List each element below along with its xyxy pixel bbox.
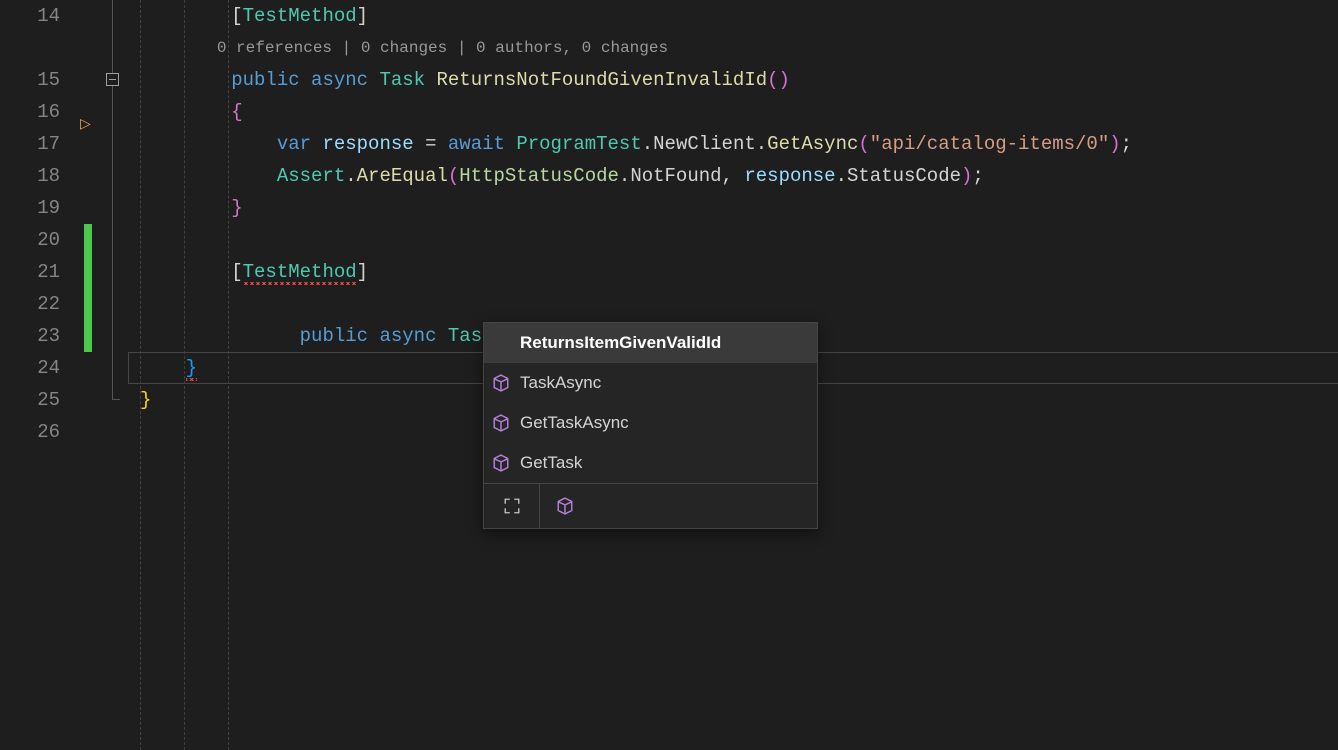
method-icon: [492, 454, 510, 472]
fold-guide-line: [112, 0, 113, 400]
code-line[interactable]: Assert.AreEqual(HttpStatusCode.NotFound,…: [140, 160, 1338, 192]
method-icon: [492, 374, 510, 392]
code-line[interactable]: }: [140, 192, 1338, 224]
change-indicator-added: [84, 224, 92, 352]
code-line[interactable]: {: [140, 96, 1338, 128]
intellisense-popup[interactable]: ReturnsItemGivenValidId TaskAsync GetTas…: [483, 322, 818, 529]
intellisense-label: ReturnsItemGivenValidId: [520, 333, 721, 353]
intellisense-filter-button[interactable]: [540, 484, 817, 528]
method-icon: [492, 414, 510, 432]
code-line[interactable]: [TestMethod]: [140, 0, 1338, 32]
intellisense-item[interactable]: GetTaskAsync: [484, 403, 817, 443]
line-number: 19: [0, 192, 60, 224]
fold-toggle-icon[interactable]: [106, 73, 119, 86]
intellisense-item[interactable]: TaskAsync: [484, 363, 817, 403]
intellisense-expand-button[interactable]: [484, 484, 540, 528]
line-number: 26: [0, 416, 60, 448]
line-number: 15: [0, 64, 60, 96]
intellisense-footer: [484, 483, 817, 528]
intellisense-item[interactable]: GetTask: [484, 443, 817, 483]
line-number: 20: [0, 224, 60, 256]
line-number: 24: [0, 352, 60, 384]
intellisense-label: GetTaskAsync: [520, 413, 629, 433]
line-number: 14: [0, 0, 60, 32]
code-line[interactable]: public async Task ReturnsNotFoundGivenIn…: [140, 64, 1338, 96]
line-number: 17: [0, 128, 60, 160]
intellisense-label: GetTask: [520, 453, 582, 473]
line-number: 22: [0, 288, 60, 320]
code-line-current[interactable]: public async Task ReturnsItemGivenValidI…: [140, 288, 1338, 320]
line-number: 23: [0, 320, 60, 352]
line-number: 21: [0, 256, 60, 288]
intellisense-item-selected[interactable]: ReturnsItemGivenValidId: [484, 323, 817, 363]
fold-end-icon: [112, 399, 120, 400]
line-number: 25: [0, 384, 60, 416]
line-number: 18: [0, 160, 60, 192]
code-line[interactable]: [TestMethod]: [140, 256, 1338, 288]
method-icon: [556, 497, 574, 515]
code-line[interactable]: var response = await ProgramTest.NewClie…: [140, 128, 1338, 160]
line-number: 16: [0, 96, 60, 128]
intellisense-label: TaskAsync: [520, 373, 601, 393]
breakpoint-arrow-icon[interactable]: ▷: [80, 116, 91, 133]
codelens[interactable]: 0 references | 0 changes | 0 authors, 0 …: [140, 32, 1338, 64]
folding-margin[interactable]: [104, 0, 128, 750]
glyph-margin[interactable]: ▷: [74, 0, 104, 750]
code-line[interactable]: [140, 224, 1338, 256]
line-number-gutter: 14 15 16 17 18 19 20 21 22 23 24 25 26: [0, 0, 74, 750]
